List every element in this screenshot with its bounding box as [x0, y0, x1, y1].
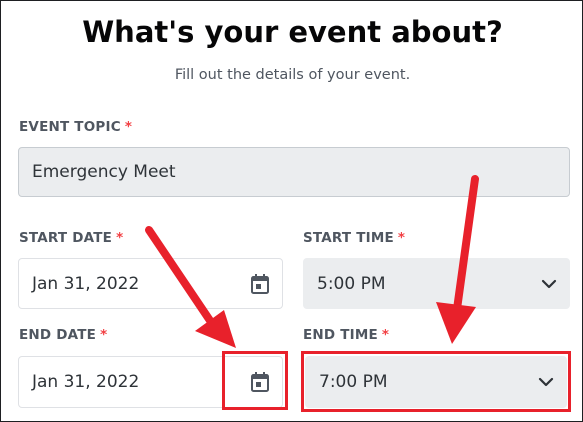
calendar-icon[interactable] — [250, 273, 270, 295]
event-topic-input[interactable]: Emergency Meet — [18, 147, 570, 197]
end-time-label: END TIME * — [303, 327, 389, 343]
end-date-value: Jan 31, 2022 — [32, 372, 140, 392]
end-date-label-text: END DATE — [19, 327, 97, 343]
start-date-input[interactable]: Jan 31, 2022 — [18, 258, 283, 309]
start-time-label: START TIME * — [303, 230, 405, 246]
event-topic-label-text: EVENT TOPIC — [19, 119, 121, 135]
event-topic-label: EVENT TOPIC * — [19, 119, 132, 135]
event-topic-value: Emergency Meet — [32, 162, 176, 182]
page-subtitle: Fill out the details of your event. — [174, 67, 411, 83]
required-marker: * — [381, 327, 390, 343]
event-details-dialog: What's your event about? Fill out the de… — [0, 0, 583, 422]
start-date-value: Jan 31, 2022 — [32, 273, 140, 294]
required-marker: * — [397, 230, 406, 246]
chevron-down-icon — [541, 279, 557, 288]
start-time-select[interactable]: 5:00 PM — [303, 258, 570, 309]
start-time-value: 5:00 PM — [317, 273, 386, 294]
start-time-label-text: START TIME — [303, 230, 394, 246]
page-title: What's your event about? — [82, 15, 503, 49]
required-marker: * — [124, 119, 133, 135]
highlight-box-end-date-calendar — [222, 351, 288, 410]
start-date-label-text: START DATE — [19, 230, 113, 246]
end-time-label-text: END TIME — [303, 327, 378, 343]
highlight-box-end-time — [301, 351, 571, 412]
end-date-label: END DATE * — [19, 327, 107, 343]
required-marker: * — [100, 327, 108, 343]
start-date-label: START DATE * — [19, 230, 123, 246]
required-marker: * — [116, 230, 124, 246]
